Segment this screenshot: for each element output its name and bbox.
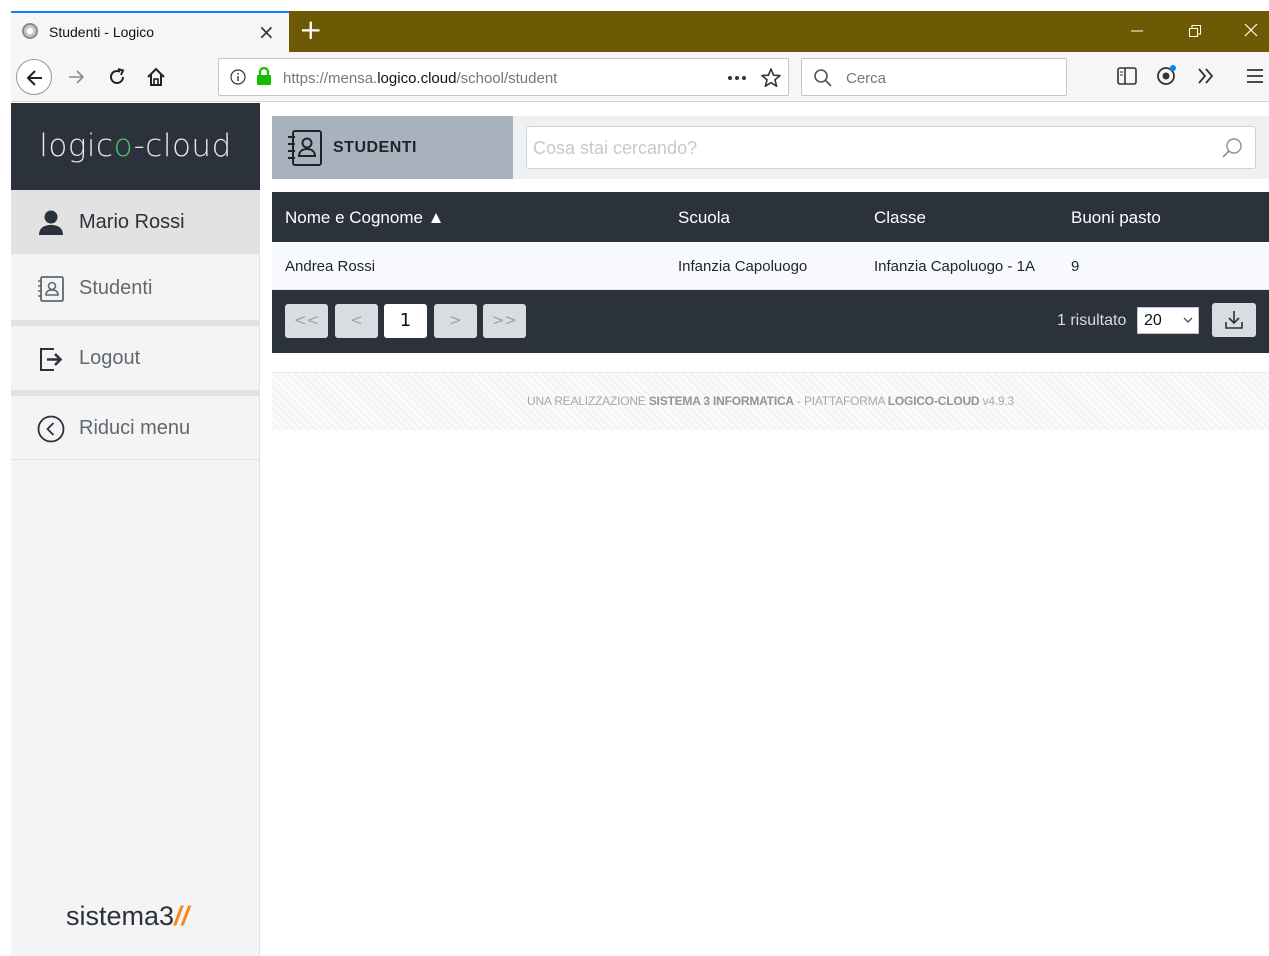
sidebar-item-label: Riduci menu — [79, 417, 191, 439]
brand-logo-accent: o — [113, 128, 134, 164]
sidebar-item-riduci-menu[interactable]: Riduci menu — [11, 396, 260, 460]
forward-icon[interactable] — [67, 67, 87, 87]
students-icon — [288, 130, 322, 166]
close-window-icon[interactable] — [1229, 11, 1269, 52]
container-extension-icon[interactable] — [1156, 64, 1178, 86]
column-header-classe[interactable]: Classe — [874, 208, 926, 228]
url-text: https://mensa.logico.cloud/school/studen… — [283, 70, 558, 87]
app-sidebar: logico-cloud Mario Rossi Studenti Logout… — [11, 103, 260, 956]
browser-tabstrip: Studenti - Logico × + — [11, 11, 1269, 52]
cell-scuola: Infanzia Capoluogo — [678, 258, 808, 275]
cell-buoni-pasto: 9 — [1071, 258, 1080, 275]
minimize-icon[interactable] — [1115, 11, 1159, 52]
search-icon — [814, 69, 832, 87]
brand-logo[interactable]: logico-cloud — [11, 103, 260, 190]
browser-search-placeholder: Cerca — [846, 70, 887, 87]
url-bar[interactable]: https://mensa.logico.cloud/school/studen… — [218, 58, 789, 96]
logout-icon — [40, 348, 63, 371]
download-icon — [1225, 311, 1243, 329]
sidebar-item-studenti[interactable]: Studenti — [11, 256, 260, 320]
page-header: STUDENTI — [272, 116, 1269, 179]
table-header: Nome e Cognome ▲ Scuola Classe Buoni pas… — [272, 192, 1269, 242]
info-icon[interactable] — [230, 69, 246, 85]
user-icon — [39, 210, 63, 235]
sidebar-item-label: Studenti — [79, 277, 153, 299]
column-header-buoni-pasto[interactable]: Buoni pasto — [1071, 208, 1161, 228]
more-actions-icon[interactable] — [727, 75, 747, 81]
sidebar-item-logout[interactable]: Logout — [11, 326, 260, 390]
back-button[interactable] — [16, 59, 52, 95]
column-header-scuola[interactable]: Scuola — [678, 208, 730, 228]
footer-credits: UNA REALIZZAZIONE SISTEMA 3 INFORMATICA … — [526, 394, 1015, 408]
table-row[interactable]: Andrea Rossi Infanzia Capoluogo Infanzia… — [272, 242, 1269, 290]
students-icon — [38, 276, 64, 302]
arrow-left-icon — [26, 70, 42, 86]
browser-search-bar[interactable]: Cerca — [801, 58, 1067, 96]
chevron-down-icon — [1183, 317, 1193, 323]
search-icon[interactable] — [1220, 136, 1244, 160]
first-page-button[interactable]: << — [285, 304, 328, 338]
sidebar-item-label: Logout — [79, 347, 141, 369]
page-title-block: STUDENTI — [272, 116, 513, 179]
prev-page-button[interactable]: < — [335, 304, 378, 338]
browser-tab[interactable]: Studenti - Logico × — [11, 11, 289, 52]
sidebar-user[interactable]: Mario Rossi — [11, 190, 260, 254]
tab-title: Studenti - Logico — [49, 24, 155, 40]
download-button[interactable] — [1212, 303, 1256, 337]
hamburger-menu-icon[interactable] — [1247, 68, 1263, 84]
cell-classe: Infanzia Capoluogo - 1A — [874, 258, 1035, 275]
new-tab-button[interactable]: + — [299, 14, 322, 46]
cell-nome-cognome: Andrea Rossi — [285, 258, 376, 275]
home-icon[interactable] — [145, 66, 167, 88]
chevron-left-circle-icon — [37, 415, 65, 443]
sidebar-user-name: Mario Rossi — [79, 211, 185, 233]
page-title: STUDENTI — [333, 139, 417, 156]
overflow-chevron-icon[interactable] — [1197, 67, 1215, 85]
tab-close-icon[interactable]: × — [258, 20, 275, 44]
page-size-select[interactable]: 20 — [1137, 307, 1199, 334]
browser-navbar: https://mensa.logico.cloud/school/studen… — [11, 52, 1269, 102]
current-page[interactable]: 1 — [384, 304, 427, 338]
next-page-button[interactable]: > — [434, 304, 477, 338]
students-table: Nome e Cognome ▲ Scuola Classe Buoni pas… — [272, 192, 1269, 290]
bookmark-star-icon[interactable] — [760, 67, 782, 89]
student-search[interactable] — [526, 126, 1256, 169]
lock-icon — [257, 67, 271, 85]
sistema3-logo-mark: // — [174, 901, 190, 931]
search-input[interactable] — [533, 135, 1213, 161]
page-size-value: 20 — [1144, 312, 1162, 329]
sidebar-toggle-icon[interactable] — [1117, 67, 1137, 85]
reload-icon[interactable] — [106, 66, 128, 88]
last-page-button[interactable]: >> — [483, 304, 526, 338]
sistema3-logo: sistema3// — [66, 901, 190, 931]
restore-icon[interactable] — [1173, 11, 1217, 52]
app-footer: UNA REALIZZAZIONE SISTEMA 3 INFORMATICA … — [272, 372, 1269, 430]
column-header-nome-cognome[interactable]: Nome e Cognome ▲ — [285, 208, 445, 228]
result-count: 1 risultato — [1057, 312, 1127, 329]
pagination-bar: << < 1 > >> 1 risultato 20 — [272, 290, 1269, 353]
favicon-icon — [22, 23, 38, 39]
